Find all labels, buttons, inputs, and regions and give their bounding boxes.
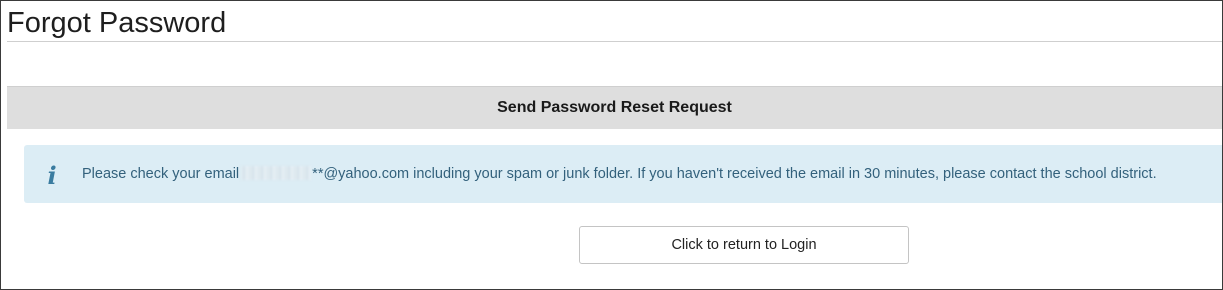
alert-text-after: **@yahoo.com including your spam or junk…	[312, 166, 1157, 182]
section-header-label: Send Password Reset Request	[497, 99, 732, 116]
info-alert: i Please check your email **@yahoo.com in…	[24, 145, 1222, 203]
page-title: Forgot Password	[7, 7, 227, 39]
redacted-email-segment	[241, 166, 312, 180]
info-icon: i	[47, 161, 57, 190]
page-frame: Forgot Password Send Password Reset Requ…	[0, 0, 1223, 290]
alert-message: Please check your email **@yahoo.com incl…	[82, 166, 1157, 182]
title-divider	[7, 41, 1222, 42]
return-to-login-button[interactable]: Click to return to Login	[579, 226, 909, 264]
section-header: Send Password Reset Request	[7, 86, 1222, 129]
alert-text-before: Please check your email	[82, 166, 240, 182]
